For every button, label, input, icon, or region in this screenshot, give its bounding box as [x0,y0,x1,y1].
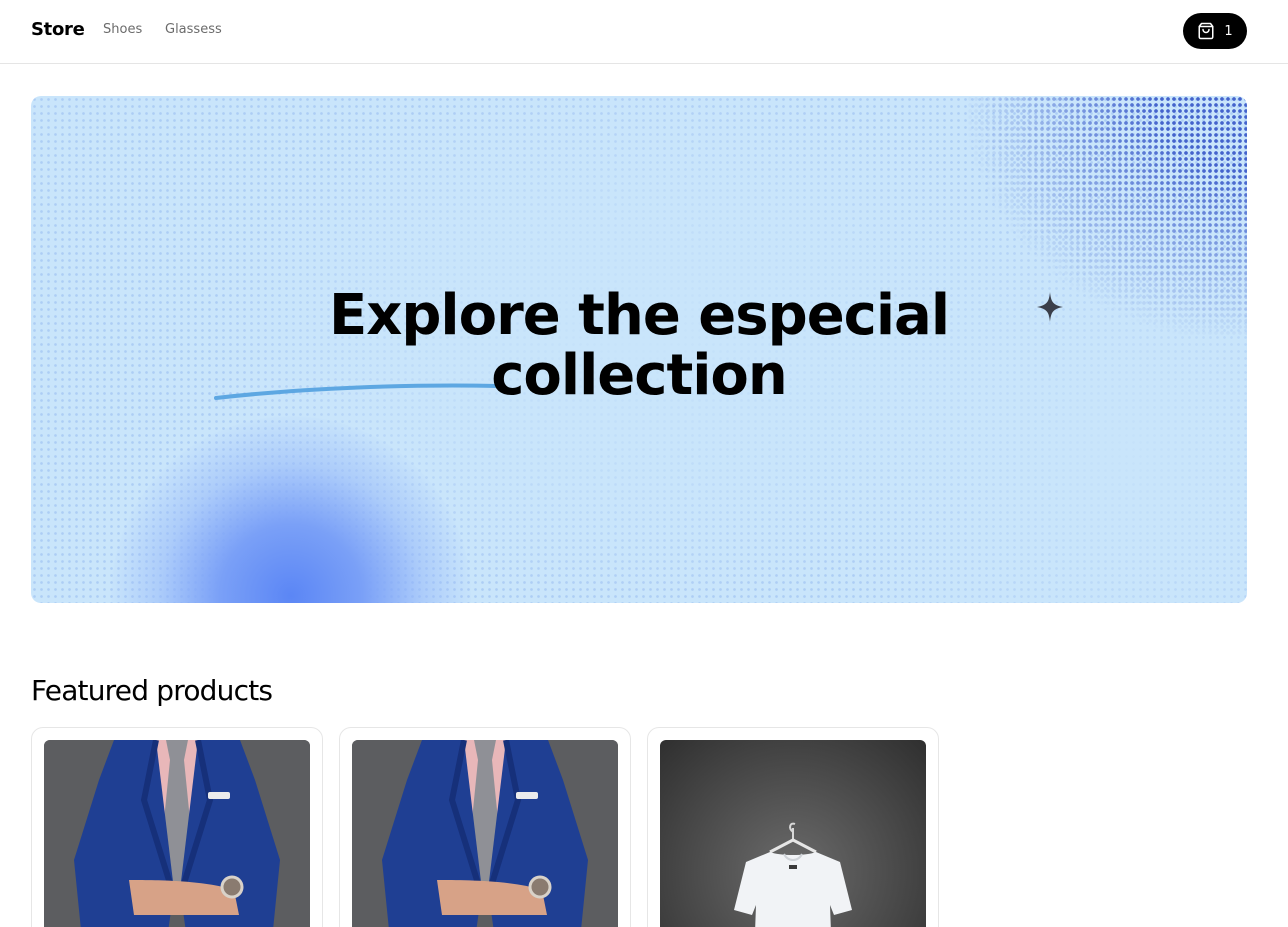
product-image-white-tshirt[interactable] [660,740,926,927]
hero-banner: Explore the especial collection [31,96,1247,603]
hero-title: Explore the especial collection [328,283,950,408]
store-logo[interactable]: Store [31,19,85,40]
nav-link-glassess[interactable]: Glassess [165,22,222,37]
top-navbar: Store Shoes Glassess 1 [0,0,1288,64]
product-card[interactable] [339,727,631,927]
featured-products-heading: Featured products [31,674,273,707]
shopping-bag-icon [1197,22,1215,40]
product-card[interactable] [31,727,323,927]
product-image-blue-suit[interactable] [44,740,310,927]
sparkle-icon [1037,292,1063,322]
product-card[interactable] [647,727,939,927]
cart-count: 1 [1224,23,1233,39]
product-image-blue-suit[interactable] [352,740,618,927]
cart-button[interactable]: 1 [1183,13,1247,49]
nav-link-shoes[interactable]: Shoes [103,22,142,37]
